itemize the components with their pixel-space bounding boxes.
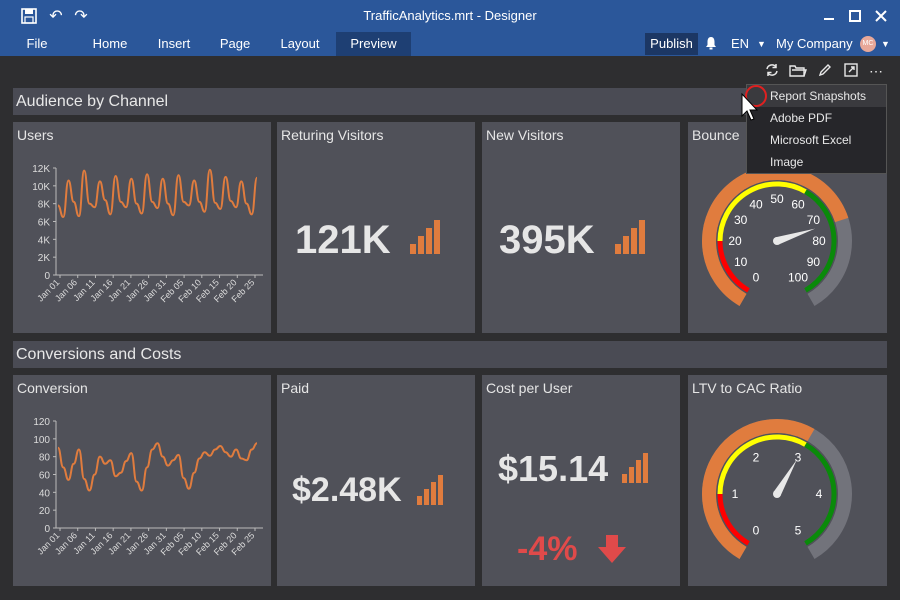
bar-chart-icon [622, 453, 648, 483]
export-dropdown: Report Snapshots Adobe PDF Microsoft Exc… [746, 84, 887, 174]
tab-preview[interactable]: Preview [336, 32, 411, 56]
chevron-down-icon[interactable]: ▼ [881, 32, 890, 56]
gauge-tick-label: 20 [728, 234, 742, 248]
y-tick-label: 20 [39, 506, 51, 517]
edit-icon[interactable] [816, 62, 834, 80]
gauge-tick-label: 10 [734, 255, 748, 269]
panel-title: Cost per User [486, 380, 573, 396]
kpi-value: $15.14 [498, 448, 609, 489]
paid-panel: Paid $2.48K [277, 375, 475, 586]
gauge-needle [775, 228, 816, 245]
gauge-tick-label: 0 [753, 523, 760, 537]
kpi-value: 395K [499, 218, 595, 262]
cost-per-user-panel: Cost per User $15.14 -4% [482, 375, 680, 586]
series-line [57, 442, 258, 492]
gauge-hub [773, 490, 781, 498]
y-tick-label: 40 [39, 488, 51, 499]
change-value: -4% [517, 530, 578, 568]
refresh-icon[interactable] [763, 62, 781, 80]
tab-file[interactable]: File [15, 32, 59, 56]
y-tick-label: 12K [32, 164, 50, 175]
gauge-tick-label: 2 [753, 451, 760, 465]
fullscreen-icon[interactable] [842, 62, 860, 80]
menu-item-microsoft-excel[interactable]: Microsoft Excel [747, 129, 886, 151]
more-icon[interactable]: ⋯ [867, 62, 885, 80]
series-line [57, 168, 258, 219]
menu-item-image[interactable]: Image [747, 151, 886, 173]
gauge-tick-label: 90 [807, 255, 821, 269]
maximize-button[interactable] [842, 4, 868, 28]
bell-icon[interactable] [703, 36, 719, 52]
gauge-tick-label: 4 [816, 487, 823, 501]
menu-item-adobe-pdf[interactable]: Adobe PDF [747, 107, 886, 129]
y-tick-label: 80 [39, 453, 51, 464]
gauge-tick-label: 70 [807, 213, 821, 227]
bar-chart-icon [410, 220, 442, 254]
tab-home[interactable]: Home [84, 32, 136, 56]
returning-visitors-panel: Returing Visitors 121K [277, 122, 475, 333]
kpi-value: $2.48K [292, 471, 402, 509]
section-conversions: Conversions and Costs [13, 341, 887, 368]
publish-button[interactable]: Publish [645, 33, 698, 55]
gauge-tick-label: 60 [791, 198, 805, 212]
title-bar: ↶ ↷ TrafficAnalytics.mrt - Designer [0, 0, 900, 32]
kpi-value: 121K [295, 218, 391, 262]
tab-layout[interactable]: Layout [272, 32, 328, 56]
company-selector[interactable]: My Company [776, 32, 853, 56]
menu-item-report-snapshots[interactable]: Report Snapshots [747, 85, 886, 107]
open-folder-icon[interactable] [789, 62, 807, 80]
panel-title: Returing Visitors [281, 127, 384, 143]
arrow-down-icon [596, 533, 628, 565]
tab-page[interactable]: Page [212, 32, 258, 56]
gauge-tick-label: 80 [812, 234, 826, 248]
ltv-panel: LTV to CAC Ratio 012345 [688, 375, 887, 586]
avatar[interactable]: MC [860, 36, 876, 52]
gauge-tick-label: 3 [795, 451, 802, 465]
gauge-tick-label: 0 [753, 270, 760, 284]
new-visitors-panel: New Visitors 395K [482, 122, 680, 333]
ltv-gauge: 0 1 2 3 4 5 [702, 419, 852, 559]
gauge-tick-label: 50 [770, 192, 784, 206]
minimize-button[interactable] [816, 4, 842, 28]
gauge-tick-label: 1 [732, 487, 739, 501]
y-tick-label: 120 [33, 417, 50, 428]
panel-title: Paid [281, 380, 310, 396]
y-tick-label: 8K [38, 200, 51, 211]
y-tick-label: 4K [38, 235, 51, 246]
users-chart: 12K10K8K6K4K2K0Jan 01Jan 06Jan 11Jan 16J… [32, 164, 263, 304]
gauge-tick-label: 5 [795, 523, 802, 537]
y-tick-label: 10K [32, 182, 50, 193]
conversion-panel: Conversion 120 100 80 60 40 20 0 Jan 01 Jan 06 Ja… [13, 375, 271, 586]
gauge-tick-label: 30 [734, 213, 748, 227]
cursor-icon [741, 92, 759, 121]
language-selector[interactable]: EN [731, 32, 749, 56]
y-tick-label: 6K [38, 218, 51, 229]
y-tick-label: 0 [44, 271, 50, 282]
bar-chart-icon [417, 475, 443, 505]
y-tick-label: 2K [38, 253, 51, 264]
y-tick-label: 60 [39, 471, 51, 482]
chevron-down-icon[interactable]: ▼ [757, 32, 766, 56]
gauge-tick-label: 100 [788, 270, 808, 284]
y-tick-label: 0 [44, 524, 50, 535]
window-title: TrafficAnalytics.mrt - Designer [363, 8, 537, 23]
tab-insert[interactable]: Insert [150, 32, 198, 56]
ribbon: File Home Insert Page Layout Preview Pub… [0, 32, 900, 56]
y-tick-label: 100 [33, 435, 50, 446]
users-panel: Users 12K 10K 8K 6K 4K 2K 0 Jan 01 Jan 06 Jan 11 J… [13, 122, 271, 333]
close-button[interactable] [868, 4, 894, 28]
bar-chart-icon [615, 220, 647, 254]
conversion-chart: 120100806040200Jan 01Jan 06Jan 11Jan 16J… [33, 417, 263, 557]
gauge-hub [773, 237, 781, 245]
panel-title: New Visitors [486, 127, 564, 143]
gauge-tick-label: 40 [749, 198, 763, 212]
